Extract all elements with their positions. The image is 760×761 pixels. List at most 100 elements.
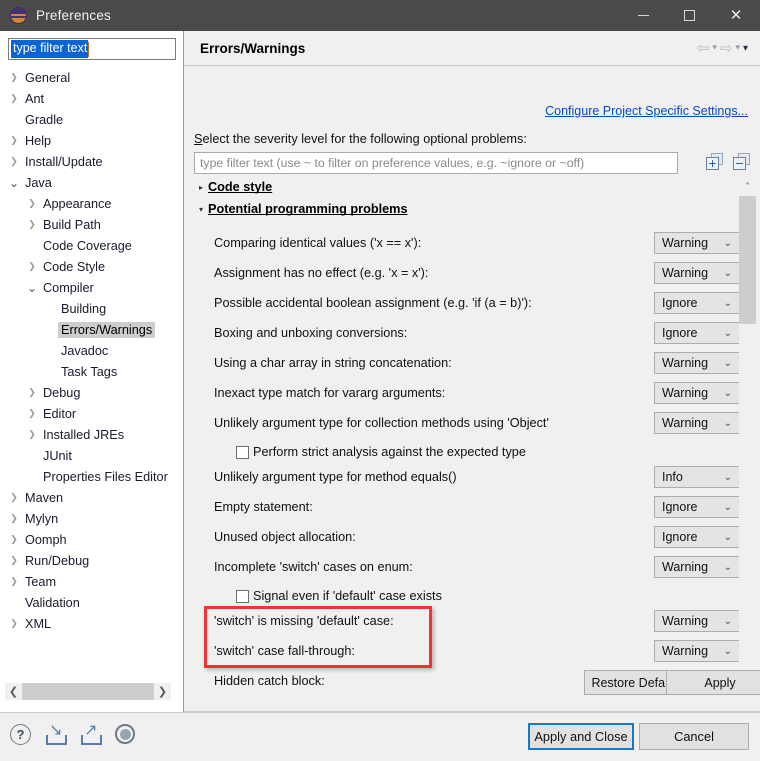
chevron-right-icon[interactable]: ❯ bbox=[6, 156, 22, 167]
scroll-thumb[interactable] bbox=[739, 196, 756, 324]
chevron-down-icon[interactable]: ⌄ bbox=[724, 418, 732, 429]
sidebar-item-compiler[interactable]: ⌄ Compiler bbox=[0, 277, 176, 298]
sidebar-item-javadoc[interactable]: Javadoc bbox=[0, 340, 176, 361]
import-preferences-icon[interactable]: ↘ bbox=[45, 722, 68, 747]
chevron-right-icon[interactable]: ❯ bbox=[24, 408, 40, 419]
chevron-right-icon[interactable]: ❯ bbox=[24, 387, 40, 398]
cancel-button[interactable]: Cancel bbox=[639, 723, 749, 750]
severity-dropdown[interactable]: Warning ⌄ bbox=[654, 412, 740, 434]
chevron-right-icon[interactable]: ❯ bbox=[6, 513, 22, 524]
expand-all-icon[interactable]: + bbox=[706, 153, 723, 170]
sidebar-item-help[interactable]: ❯ Help bbox=[0, 130, 176, 151]
chevron-right-icon[interactable]: ❯ bbox=[6, 618, 22, 629]
panel-menu-icon[interactable]: ▾ bbox=[743, 43, 748, 54]
sidebar-item-code-coverage[interactable]: Code Coverage bbox=[0, 235, 176, 256]
chevron-down-icon[interactable]: ⌄ bbox=[724, 616, 732, 627]
sidebar-filter-input[interactable]: type filter text bbox=[8, 38, 176, 60]
back-arrow-icon[interactable]: ⇦ bbox=[697, 39, 710, 57]
sidebar-item-oomph[interactable]: ❯ Oomph bbox=[0, 529, 176, 550]
severity-dropdown[interactable]: Warning ⌄ bbox=[654, 610, 740, 632]
severity-dropdown[interactable]: Warning ⌄ bbox=[654, 640, 740, 662]
severity-dropdown[interactable]: Ignore ⌄ bbox=[654, 292, 740, 314]
chevron-down-icon[interactable]: ⌄ bbox=[24, 281, 40, 295]
apply-and-close-button[interactable]: Apply and Close bbox=[528, 723, 634, 750]
sidebar-item-appearance[interactable]: ❯ Appearance bbox=[0, 193, 176, 214]
chevron-down-icon[interactable]: ⌄ bbox=[724, 562, 732, 573]
chevron-right-icon[interactable]: ❯ bbox=[6, 555, 22, 566]
chevron-right-icon[interactable]: ❯ bbox=[6, 93, 22, 104]
preferences-tree[interactable]: ❯ General ❯ Ant Gradle ❯ Help ❯ Install/Update ⌄ J… bbox=[0, 67, 176, 671]
sidebar-item-validation[interactable]: Validation bbox=[0, 592, 176, 613]
chevron-down-icon[interactable]: ⌄ bbox=[724, 298, 732, 309]
sidebar-horizontal-scrollbar[interactable]: ❮ ❯ bbox=[5, 683, 171, 700]
sidebar-item-code-style[interactable]: ❯ Code Style bbox=[0, 256, 176, 277]
sidebar-item-build-path[interactable]: ❯ Build Path bbox=[0, 214, 176, 235]
close-button[interactable]: ✕ bbox=[712, 0, 760, 31]
chevron-down-icon[interactable]: ⌄ bbox=[6, 176, 22, 190]
sidebar-item-maven[interactable]: ❯ Maven bbox=[0, 487, 176, 508]
sidebar-item-junit[interactable]: JUnit bbox=[0, 445, 176, 466]
sidebar-item-install-update[interactable]: ❯ Install/Update bbox=[0, 151, 176, 172]
triangle-right-icon[interactable]: ▸ bbox=[194, 183, 208, 192]
scroll-up-button[interactable]: ˄ bbox=[739, 179, 756, 195]
severity-dropdown[interactable]: Warning ⌄ bbox=[654, 232, 740, 254]
severity-dropdown[interactable]: Warning ⌄ bbox=[654, 262, 740, 284]
forward-arrow-icon[interactable]: ⇨ bbox=[720, 39, 733, 57]
help-icon[interactable]: ? bbox=[10, 724, 33, 747]
chevron-down-icon[interactable]: ⌄ bbox=[724, 502, 732, 513]
forward-dropdown-icon[interactable]: ▾ bbox=[735, 43, 740, 53]
group-header-potential-programming-problems[interactable]: ▾ Potential programming problems bbox=[194, 202, 408, 216]
scroll-right-button[interactable]: ❯ bbox=[154, 683, 171, 700]
option-checkbox-row[interactable]: Perform strict analysis against the expe… bbox=[236, 445, 526, 459]
chevron-down-icon[interactable]: ⌄ bbox=[724, 388, 732, 399]
chevron-down-icon[interactable]: ⌄ bbox=[724, 646, 732, 657]
triangle-down-icon[interactable]: ▾ bbox=[194, 205, 208, 214]
chevron-right-icon[interactable]: ❯ bbox=[6, 492, 22, 503]
problems-vertical-scrollbar[interactable]: ˄ ˅ bbox=[739, 179, 756, 695]
severity-dropdown[interactable]: Info ⌄ bbox=[654, 466, 740, 488]
scroll-left-button[interactable]: ❮ bbox=[5, 683, 22, 700]
chevron-right-icon[interactable]: ❯ bbox=[6, 576, 22, 587]
severity-dropdown[interactable]: Warning ⌄ bbox=[654, 352, 740, 374]
sidebar-item-team[interactable]: ❯ Team bbox=[0, 571, 176, 592]
group-header-code-style[interactable]: ▸ Code style bbox=[194, 180, 272, 194]
scroll-thumb[interactable] bbox=[22, 683, 154, 700]
sidebar-item-mylyn[interactable]: ❯ Mylyn bbox=[0, 508, 176, 529]
severity-dropdown[interactable]: Ignore ⌄ bbox=[654, 496, 740, 518]
sidebar-item-run-debug[interactable]: ❯ Run/Debug bbox=[0, 550, 176, 571]
sidebar-item-errors-warnings[interactable]: Errors/Warnings bbox=[0, 319, 176, 340]
severity-dropdown[interactable]: Warning ⌄ bbox=[654, 556, 740, 578]
chevron-right-icon[interactable]: ❯ bbox=[24, 261, 40, 272]
chevron-down-icon[interactable]: ⌄ bbox=[724, 358, 732, 369]
chevron-right-icon[interactable]: ❯ bbox=[6, 534, 22, 545]
sidebar-item-gradle[interactable]: Gradle bbox=[0, 109, 176, 130]
problems-list[interactable]: ▸ Code style ▾ Potential programming proble… bbox=[194, 180, 750, 693]
minimize-button[interactable] bbox=[620, 0, 666, 31]
apply-button[interactable]: Apply bbox=[666, 670, 760, 695]
problem-filter-input[interactable]: type filter text (use ~ to filter on pre… bbox=[194, 152, 678, 174]
severity-dropdown[interactable]: Ignore ⌄ bbox=[654, 322, 740, 344]
export-preferences-icon[interactable]: ↗ bbox=[80, 722, 103, 747]
chevron-down-icon[interactable]: ⌄ bbox=[724, 268, 732, 279]
sidebar-item-properties-files-editor[interactable]: Properties Files Editor bbox=[0, 466, 176, 487]
chevron-down-icon[interactable]: ⌄ bbox=[724, 328, 732, 339]
configure-project-specific-settings-link[interactable]: Configure Project Specific Settings... bbox=[545, 104, 748, 118]
sidebar-item-debug[interactable]: ❯ Debug bbox=[0, 382, 176, 403]
sidebar-item-editor[interactable]: ❯ Editor bbox=[0, 403, 176, 424]
severity-dropdown[interactable]: Ignore ⌄ bbox=[654, 526, 740, 548]
sidebar-item-building[interactable]: Building bbox=[0, 298, 176, 319]
sidebar-item-installed-jres[interactable]: ❯ Installed JREs bbox=[0, 424, 176, 445]
chevron-right-icon[interactable]: ❯ bbox=[24, 198, 40, 209]
collapse-all-icon[interactable]: − bbox=[733, 153, 750, 170]
option-checkbox-row[interactable]: Signal even if 'default' case exists bbox=[236, 589, 442, 603]
chevron-down-icon[interactable]: ⌄ bbox=[724, 238, 732, 249]
checkbox[interactable] bbox=[236, 589, 249, 603]
chevron-down-icon[interactable]: ⌄ bbox=[724, 532, 732, 543]
oomph-recorder-icon[interactable] bbox=[115, 724, 138, 747]
maximize-button[interactable] bbox=[666, 0, 712, 31]
chevron-right-icon[interactable]: ❯ bbox=[6, 72, 22, 83]
scroll-track[interactable] bbox=[22, 683, 154, 700]
checkbox[interactable] bbox=[236, 445, 249, 459]
sidebar-item-java[interactable]: ⌄ Java bbox=[0, 172, 176, 193]
sidebar-item-xml[interactable]: ❯ XML bbox=[0, 613, 176, 634]
